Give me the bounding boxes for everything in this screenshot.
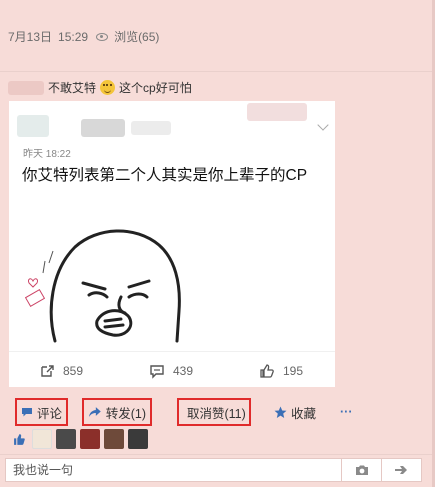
unlike-button[interactable]: 取消赞(11) bbox=[177, 398, 251, 426]
post-date: 7月13日 bbox=[8, 30, 53, 44]
blurred-header-right bbox=[247, 103, 307, 121]
card-title: 你艾特列表第二个人其实是你上辈子的CP bbox=[22, 167, 308, 184]
eye-icon bbox=[96, 32, 109, 41]
star-icon bbox=[274, 406, 287, 418]
more-button[interactable]: ··· bbox=[336, 398, 357, 426]
unlike-label: 取消赞(11) bbox=[187, 406, 246, 421]
post-text: 不敢艾特 这个cp好可怕 bbox=[8, 79, 192, 96]
card-share-count: 859 bbox=[63, 364, 84, 378]
card-comment-stat[interactable]: 439 bbox=[149, 363, 193, 379]
card-share-stat[interactable]: 859 bbox=[39, 363, 83, 379]
send-hand-icon bbox=[394, 466, 407, 474]
thumbs-up-small-icon bbox=[10, 430, 28, 448]
card-comment-count: 439 bbox=[173, 364, 194, 378]
forward-arrow-icon bbox=[88, 407, 101, 417]
avatar[interactable] bbox=[128, 429, 148, 449]
post-action-bar: 评论 转发(1) 取消赞(11) 收藏 ··· bbox=[0, 398, 435, 428]
blurred-avatar bbox=[81, 119, 125, 137]
comment-label: 评论 bbox=[36, 406, 62, 421]
avatar[interactable] bbox=[32, 429, 52, 449]
favorite-button[interactable]: 收藏 bbox=[270, 398, 320, 426]
forward-label: 转发(1) bbox=[105, 406, 146, 421]
views-count: 浏览(65) bbox=[114, 30, 160, 44]
avatar[interactable] bbox=[104, 429, 124, 449]
grin-emoji-icon bbox=[100, 80, 116, 95]
shared-image-card[interactable]: 昨天 18:22 你艾特列表第二个人其实是你上辈子的CP 859 439 195 bbox=[9, 101, 335, 387]
post-meta: 7月13日 15:29 浏览(65) bbox=[8, 28, 159, 45]
author-name-blurred[interactable] bbox=[8, 80, 44, 95]
comment-icon bbox=[21, 408, 32, 417]
blurred-username bbox=[17, 115, 49, 137]
comment-box bbox=[5, 458, 422, 482]
camera-button[interactable] bbox=[341, 459, 381, 481]
post-text-before: 不敢艾特 bbox=[48, 81, 97, 95]
divider bbox=[0, 454, 435, 455]
share-square-icon bbox=[41, 365, 54, 377]
more-label: ··· bbox=[340, 405, 353, 419]
post-text-after: 这个cp好可怕 bbox=[119, 81, 192, 95]
comment-bubble-icon bbox=[150, 365, 164, 379]
card-like-stat[interactable]: 195 bbox=[259, 363, 303, 379]
chevron-down-icon[interactable] bbox=[317, 119, 329, 131]
thumbs-up-icon bbox=[260, 364, 274, 378]
card-like-count: 195 bbox=[283, 364, 304, 378]
send-button[interactable] bbox=[381, 459, 421, 481]
comment-button[interactable]: 评论 bbox=[15, 398, 68, 426]
forward-button[interactable]: 转发(1) bbox=[82, 398, 152, 426]
avatar[interactable] bbox=[56, 429, 76, 449]
likers-row bbox=[10, 429, 148, 449]
blurred-source bbox=[131, 121, 171, 135]
favorite-label: 收藏 bbox=[291, 406, 317, 421]
divider bbox=[0, 71, 435, 72]
camera-icon bbox=[355, 465, 368, 475]
comment-input[interactable] bbox=[6, 459, 341, 481]
post-time: 15:29 bbox=[58, 29, 89, 44]
avatar[interactable] bbox=[80, 429, 100, 449]
card-divider bbox=[9, 351, 335, 352]
meme-image bbox=[25, 229, 181, 343]
card-time: 昨天 18:22 bbox=[23, 149, 71, 160]
